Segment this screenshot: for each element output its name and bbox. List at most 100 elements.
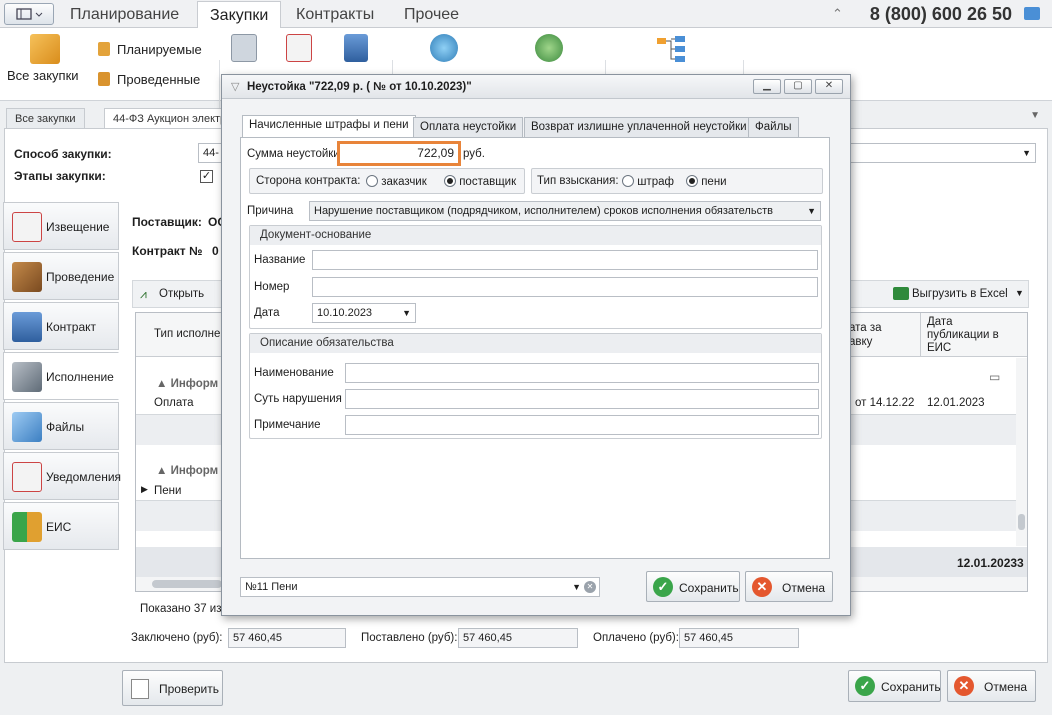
col-divider: [920, 313, 921, 357]
essence-input[interactable]: [345, 389, 819, 409]
close-button[interactable]: ✕: [815, 79, 843, 94]
maximize-button[interactable]: ▢: [784, 79, 812, 94]
row-pub-date: 12.01.2023: [927, 397, 985, 409]
planned-button[interactable]: Планируемые: [117, 42, 202, 57]
doc-tab-all[interactable]: Все закупки: [6, 108, 85, 130]
basis-group-title: Документ-основание: [260, 229, 372, 241]
dialog-title: Неустойка "722,09 р. ( № от 10.10.2023)": [247, 81, 472, 93]
menu-tab-purchases[interactable]: Закупки: [197, 1, 282, 28]
date-input[interactable]: 10.10.2023 ▼: [312, 303, 416, 323]
date-label: Дата: [254, 307, 280, 319]
gavel-icon: [12, 262, 42, 292]
globe-abc-icon: [535, 34, 563, 62]
dialog-save-button[interactable]: ✓ Сохранить: [646, 571, 740, 602]
radio-penalty[interactable]: пени: [686, 175, 727, 188]
scrollbar-thumb[interactable]: [1018, 514, 1025, 530]
name-label: Название: [254, 254, 306, 266]
phone-number: 8 (800) 600 26 50: [869, 4, 1012, 24]
chat-icon[interactable]: [1024, 7, 1040, 20]
clear-icon[interactable]: ✕: [584, 581, 596, 593]
app-menu-button[interactable]: [4, 3, 54, 25]
all-purchases-button[interactable]: Все закупки: [7, 68, 79, 83]
hscroll-thumb[interactable]: [152, 580, 222, 588]
obligation-group: Описание обязательства Наименование Суть…: [249, 333, 822, 439]
menu-icon: [16, 8, 43, 20]
reason-select[interactable]: Нарушение поставщиком (подрядчиком, испо…: [309, 201, 821, 221]
group-label: Информ: [170, 378, 219, 390]
side-item-execution[interactable]: Исполнение: [3, 352, 119, 400]
template-value: №11 Пени: [245, 581, 298, 593]
currency-label: руб.: [463, 148, 485, 160]
template-select[interactable]: №11 Пени ▼ ✕: [240, 577, 600, 597]
contract-value: 0: [212, 244, 219, 258]
book-icon: [12, 312, 42, 342]
side-item-files[interactable]: Файлы: [3, 402, 119, 450]
concluded-label: Заключено (руб):: [131, 632, 223, 644]
tab-files[interactable]: Файлы: [748, 117, 799, 137]
side-label: Сторона контракта:: [256, 175, 361, 187]
side-item-eis[interactable]: ЕИС: [3, 502, 119, 550]
radio-fine[interactable]: штраф: [622, 175, 674, 188]
doc-tab-auction[interactable]: 44-ФЗ Аукцион электр: [104, 108, 236, 130]
obligation-name-label: Наименование: [254, 367, 334, 379]
save-label: Сохранить: [679, 581, 739, 595]
tab-penalties[interactable]: Начисленные штрафы и пени: [242, 115, 416, 138]
tab-refund[interactable]: Возврат излишне уплаченной неустойки: [524, 117, 754, 137]
dialog-icon: ▽: [231, 81, 240, 93]
checkmark-icon: ✓: [653, 577, 673, 597]
delivered-label: Поставлено (руб):: [361, 632, 458, 644]
side-item-contract[interactable]: Контракт: [3, 302, 119, 350]
folders-icon: [30, 34, 60, 64]
check-button-label: Проверить: [159, 682, 220, 696]
dialog-cancel-button[interactable]: ✕ Отмена: [745, 571, 833, 602]
group-row-2[interactable]: ▲ Информ: [156, 465, 218, 477]
stack-icon: ▭: [989, 370, 1001, 384]
number-label: Номер: [254, 281, 290, 293]
open-icon: ⩘: [140, 287, 147, 301]
collapse-icon[interactable]: ⌃: [832, 6, 843, 22]
col-header-date[interactable]: ата за авку: [849, 321, 882, 349]
note-input[interactable]: [345, 415, 819, 435]
col-header-type[interactable]: Тип исполнен: [154, 328, 227, 340]
radio-supplier[interactable]: поставщик: [444, 175, 516, 188]
side-item-notice[interactable]: Извещение: [3, 202, 119, 250]
menu-tab-contracts[interactable]: Контракты: [284, 1, 386, 28]
side-item-conduct[interactable]: Проведение: [3, 252, 119, 300]
open-button[interactable]: Открыть: [159, 288, 204, 300]
radio-customer[interactable]: заказчик: [366, 175, 427, 188]
obligation-name-input[interactable]: [345, 363, 819, 383]
tab-payment[interactable]: Оплата неустойки: [413, 117, 524, 137]
concluded-value: 57 460,45: [228, 628, 346, 648]
export-dropdown-icon[interactable]: ▼: [1015, 288, 1024, 298]
shown-count: Показано 37 из: [140, 603, 222, 615]
conducted-button[interactable]: Проведенные: [117, 72, 200, 87]
delivered-value: 57 460,45: [458, 628, 578, 648]
menu-tab-other[interactable]: Прочее: [392, 1, 471, 28]
chevron-down-icon: ▼: [402, 308, 411, 318]
col-header-pub-date[interactable]: Дата публикации в ЕИС: [927, 316, 1015, 355]
row-indicator-icon: ▶: [141, 484, 148, 494]
menu-tab-planning[interactable]: Планирование: [58, 1, 191, 28]
radio-label: заказчик: [381, 176, 427, 188]
method-label: Способ закупки:: [14, 147, 112, 161]
book-icon: [344, 34, 368, 62]
side-item-notifications[interactable]: Уведомления: [3, 452, 121, 500]
number-input[interactable]: [312, 277, 818, 297]
dialog-title-bar[interactable]: ▽ Неустойка "722,09 р. ( № от 10.10.2023…: [222, 75, 850, 99]
check-button[interactable]: Проверить: [122, 670, 223, 706]
tabs-dropdown-icon[interactable]: ▼: [1030, 110, 1040, 121]
method-select-dropdown[interactable]: ▼: [850, 143, 1036, 163]
amount-input[interactable]: 722,09: [337, 141, 461, 166]
collection-type-group: Тип взыскания: штраф пени: [531, 168, 823, 194]
structure-icon: [657, 36, 685, 62]
close-icon: ✕: [752, 577, 772, 597]
stages-checkbox[interactable]: ✓: [200, 170, 213, 183]
conducted-icon: [98, 72, 110, 86]
side-item-label: Извещение: [46, 220, 110, 234]
main-cancel-button[interactable]: ✕ Отмена: [947, 670, 1036, 702]
group-row-1[interactable]: ▲ Информ: [156, 378, 218, 390]
minimize-button[interactable]: ▁: [753, 79, 781, 94]
name-input[interactable]: [312, 250, 818, 270]
export-excel-button[interactable]: Выгрузить в Excel: [912, 288, 1008, 300]
main-save-button[interactable]: ✓ Сохранить: [848, 670, 941, 702]
